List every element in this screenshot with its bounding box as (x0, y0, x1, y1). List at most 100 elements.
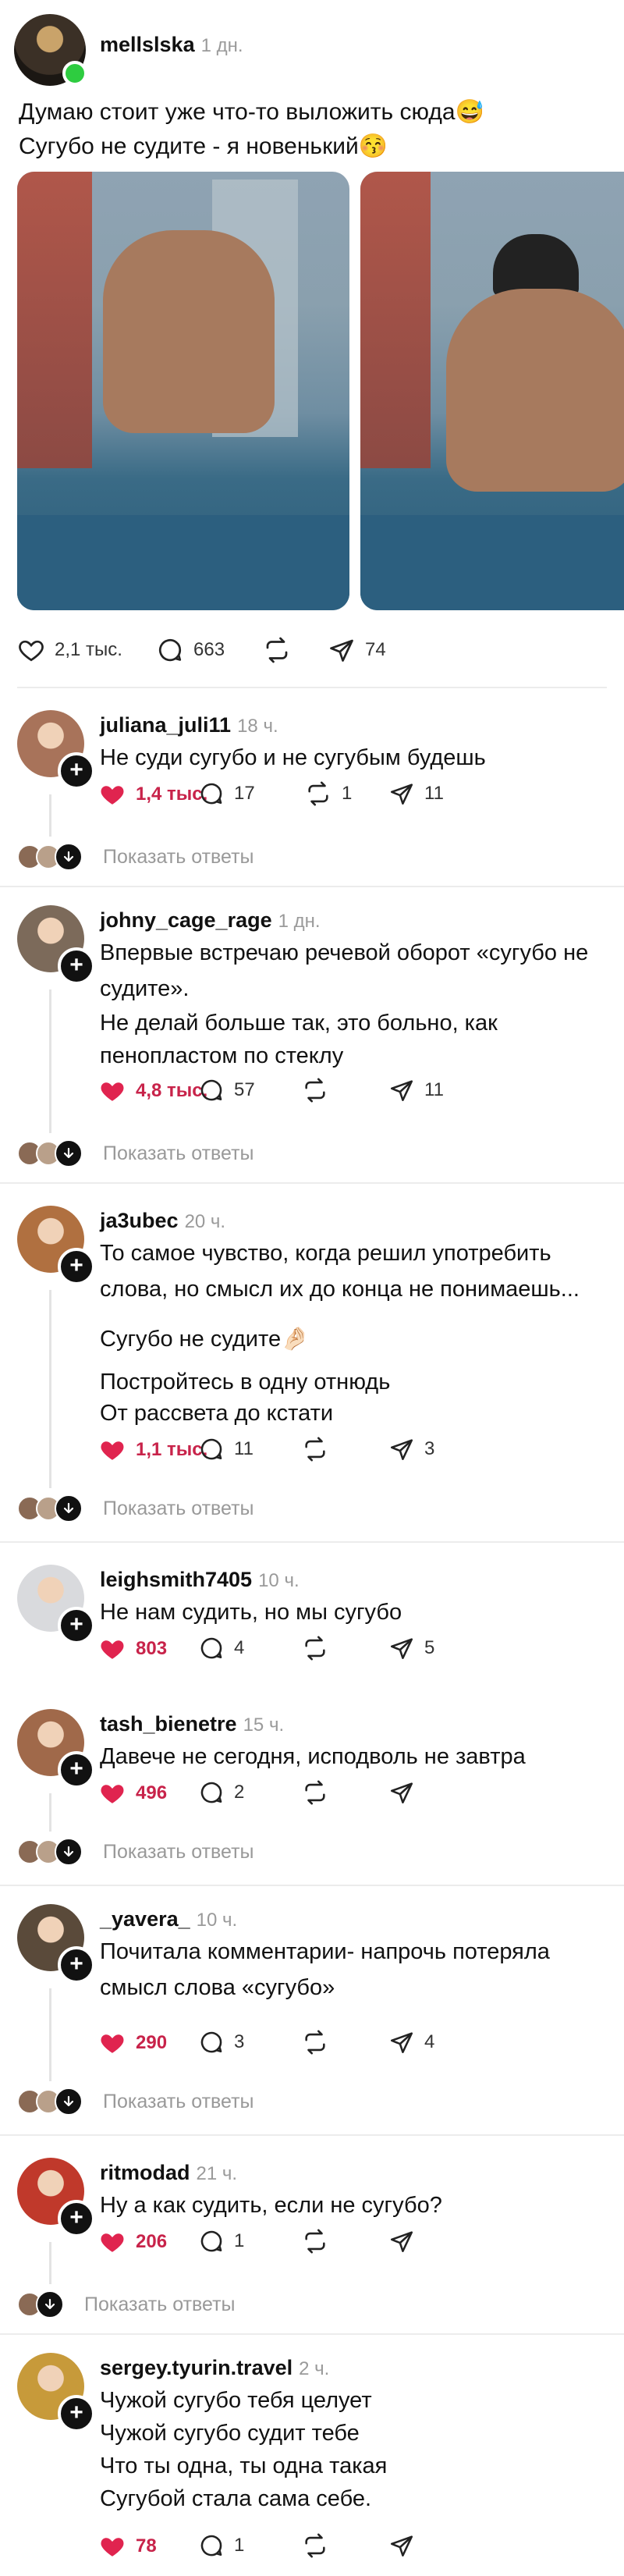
comment-repost-button[interactable] (301, 1077, 329, 1103)
comment-bubble-icon (200, 783, 222, 805)
heart-filled-icon (101, 2538, 124, 2556)
comment-like-button[interactable]: 496 (98, 1779, 167, 1807)
comment-reply-button[interactable]: 1 (198, 2532, 244, 2559)
post-comment-button[interactable]: 663 (156, 636, 225, 664)
comment-username[interactable]: johny_cage_rage (100, 908, 272, 932)
comment-like-button[interactable]: 803 (98, 1635, 167, 1663)
comment-repost-button[interactable]: 1 (304, 780, 352, 807)
comment-time: 15 ч. (243, 1714, 285, 1736)
follow-plus-button[interactable]: + (58, 1248, 95, 1285)
comment-text-line: слова, но смысл их до конца не понимаешь… (100, 1277, 580, 1302)
comment-shares-count: 5 (424, 1637, 435, 1658)
comment-share-button[interactable]: 11 (388, 1077, 444, 1103)
comment-likes-count: 496 (136, 1782, 168, 1803)
comment-share-button[interactable] (388, 1779, 415, 1806)
show-replies-label[interactable]: Показать ответы (103, 1498, 254, 1520)
comment-header: ja3ubec 20 ч. (100, 1209, 225, 1233)
comment-username[interactable]: _yavera_ (100, 1907, 190, 1931)
comment-share-button[interactable]: 11 (388, 780, 444, 807)
comment-repost-button[interactable] (301, 1635, 329, 1661)
comment-username[interactable]: sergey.tyurin.travel (100, 2356, 292, 2379)
comment-username[interactable]: ja3ubec (100, 1209, 179, 1232)
show-replies-label[interactable]: Показать ответы (84, 2294, 236, 2316)
comment-reply-button[interactable]: 3 (198, 2029, 244, 2055)
show-replies[interactable]: Показать ответы (17, 1139, 254, 1167)
repost-icon (266, 637, 288, 663)
comment-like-button[interactable]: 78 (98, 2532, 157, 2560)
comment-username[interactable]: tash_bienetre (100, 1712, 237, 1736)
comment-reply-button[interactable]: 2 (198, 1779, 244, 1806)
send-icon (390, 2535, 413, 2557)
comment-repost-button[interactable] (301, 1436, 329, 1462)
comment-replies-count: 1 (234, 2230, 245, 2251)
comment-repost-button[interactable] (301, 2228, 329, 2254)
comment-repost-button[interactable] (301, 1779, 329, 1806)
comment-reply-button[interactable]: 4 (198, 1635, 244, 1661)
comment-bubble-icon (200, 1438, 222, 1460)
heart-filled-icon (101, 2034, 124, 2053)
show-replies-label[interactable]: Показать ответы (103, 846, 254, 869)
show-replies[interactable]: Показать ответы (17, 1838, 254, 1866)
comment-likes-count: 78 (136, 2535, 157, 2556)
follow-plus-button[interactable]: + (58, 2395, 95, 2432)
show-replies[interactable]: Показать ответы (17, 843, 254, 871)
follow-plus-button[interactable]: + (58, 1751, 95, 1789)
chevron-down-icon (55, 1139, 83, 1167)
comment-text-line: Не суди сугубо и не сугубым будешь (100, 745, 486, 770)
comment-username[interactable]: leighsmith7405 (100, 1568, 252, 1591)
post-repost-button[interactable] (262, 636, 292, 664)
comment-share-button[interactable] (388, 2532, 415, 2559)
comment-share-button[interactable]: 4 (388, 2029, 434, 2055)
comment-repost-button[interactable] (301, 2029, 329, 2055)
post-author-name[interactable]: mellslska (100, 33, 195, 56)
post-photo-2[interactable] (360, 172, 624, 610)
comment-username[interactable]: ritmodad (100, 2161, 190, 2184)
show-replies[interactable]: Показать ответы (17, 1494, 254, 1523)
comment-reply-button[interactable]: 1 (198, 2228, 244, 2254)
comment-text-line: Чужой сугубо судит тебе (100, 2421, 360, 2446)
follow-plus-button[interactable]: + (58, 2200, 95, 2237)
comment-reply-button[interactable]: 17 (198, 780, 255, 807)
send-icon (390, 1439, 413, 1461)
show-replies-label[interactable]: Показать ответы (103, 2091, 254, 2113)
post-text-line: Думаю стоит уже что-то выложить сюда😅 (19, 99, 484, 125)
comment-username[interactable]: juliana_juli11 (100, 713, 231, 737)
comment-bubble-icon (200, 1782, 222, 1803)
post-time: 1 дн. (200, 35, 243, 56)
comment-time: 1 дн. (278, 911, 321, 932)
show-replies[interactable]: Показать ответы (17, 2087, 254, 2116)
comment-reply-button[interactable]: 57 (198, 1077, 255, 1103)
comment-like-button[interactable]: 1,1 тыс. (98, 1436, 207, 1464)
comment-text-line: Сугубой стала сама себе. (100, 2486, 372, 2511)
comment-header: _yavera_ 10 ч. (100, 1907, 237, 1931)
show-replies-label[interactable]: Показать ответы (103, 1142, 254, 1165)
comment-text-line: пенопластом по стеклу (100, 1043, 344, 1068)
comment-header: juliana_juli11 18 ч. (100, 713, 278, 737)
follow-plus-button[interactable]: + (58, 1607, 95, 1644)
follow-plus-button[interactable]: + (58, 752, 95, 790)
comment-share-button[interactable] (388, 2228, 415, 2254)
follow-plus-button[interactable]: + (58, 1946, 95, 1984)
comment-share-button[interactable]: 5 (388, 1635, 434, 1661)
comment-like-button[interactable]: 290 (98, 2029, 167, 2057)
divider (0, 886, 624, 887)
comment-text-line: То самое чувство, когда решил употребить (100, 1241, 551, 1266)
comment-like-button[interactable]: 206 (98, 2228, 167, 2256)
show-replies-label[interactable]: Показать ответы (103, 1841, 254, 1864)
follow-plus-button[interactable]: + (58, 947, 95, 985)
comment-repost-button[interactable] (301, 2532, 329, 2559)
post-like-button[interactable]: 2,1 тыс. (17, 636, 122, 664)
post-share-button[interactable]: 74 (328, 636, 386, 664)
comment-likes-count: 4,8 тыс. (136, 1080, 208, 1101)
post-shares-count: 74 (365, 639, 386, 660)
repost-icon (305, 1078, 325, 1103)
comment-reply-button[interactable]: 11 (198, 1436, 254, 1462)
show-replies[interactable]: Показать ответы (17, 2290, 236, 2318)
post-photo-1[interactable] (17, 172, 349, 610)
comment-like-button[interactable]: 4,8 тыс. (98, 1077, 207, 1105)
chevron-down-icon (55, 1494, 83, 1523)
comment-share-button[interactable]: 3 (388, 1436, 434, 1462)
comment-like-button[interactable]: 1,4 тыс. (98, 780, 207, 808)
send-icon (390, 2231, 413, 2253)
comment-text-line: Впервые встречаю речевой оборот «сугубо … (100, 940, 589, 965)
